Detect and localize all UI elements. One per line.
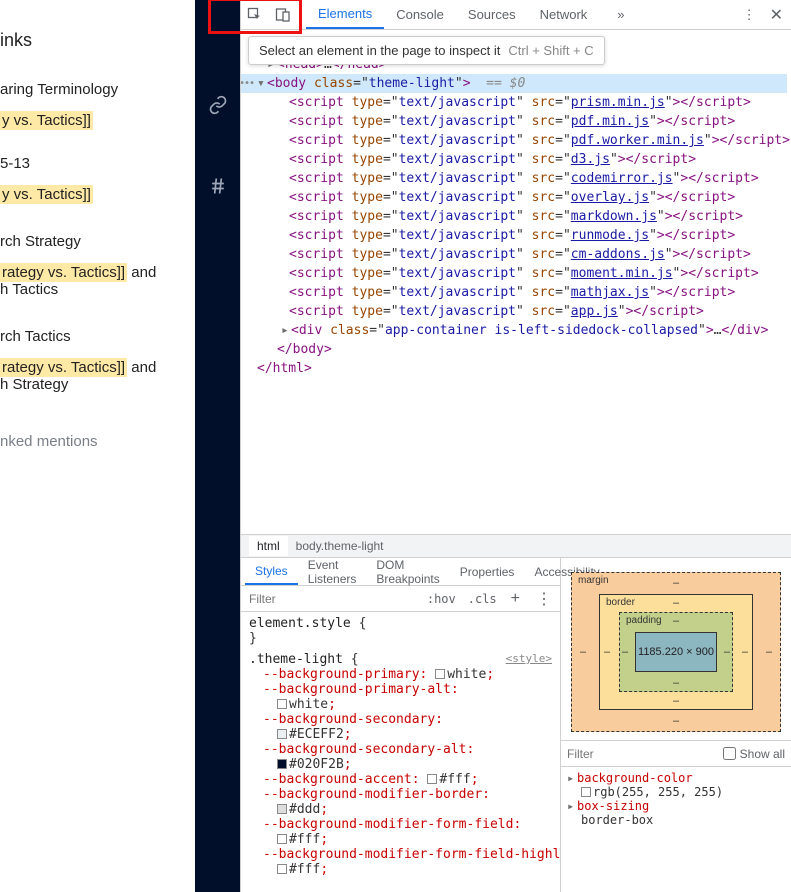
- dom-node[interactable]: </body>: [251, 340, 787, 359]
- dom-node[interactable]: </html>: [251, 359, 787, 378]
- dom-node[interactable]: <script type="text/javascript" src="mome…: [251, 264, 787, 283]
- dom-node[interactable]: ▸<div class="app-container is-left-sided…: [251, 321, 787, 340]
- dom-node[interactable]: <script type="text/javascript" src="d3.j…: [251, 150, 787, 169]
- list-item[interactable]: y vs. Tactics]]: [0, 112, 195, 129]
- subtab-event-listeners[interactable]: Event Listeners: [298, 558, 367, 585]
- dom-node[interactable]: <script type="text/javascript" src="pdf.…: [251, 131, 787, 150]
- computed-list[interactable]: ▸background-colorrgb(255, 255, 255)▸box-…: [561, 767, 791, 831]
- styles-more-icon[interactable]: ⋮: [528, 589, 560, 609]
- dom-tree: <html> ▸<head>…</head> ▾<body class="the…: [241, 30, 791, 382]
- dom-node[interactable]: <script type="text/javascript" src="code…: [251, 169, 787, 188]
- kbd-shortcut: Ctrl + Shift + C: [508, 43, 593, 58]
- crumb[interactable]: html: [249, 536, 288, 556]
- new-rule-button[interactable]: +: [503, 590, 528, 608]
- css-property[interactable]: --background-primary: white;: [263, 667, 552, 682]
- devtools: Elements Console Sources Network » ⋮ ✕ <…: [240, 0, 791, 892]
- dom-node[interactable]: <script type="text/javascript" src="cm-a…: [251, 245, 787, 264]
- tab-elements[interactable]: Elements: [306, 0, 384, 29]
- computed-pane: margin – – – – border – – – – padding –: [561, 558, 791, 892]
- section-collapsed[interactable]: nked mentions: [0, 433, 195, 450]
- device-toolbar-button[interactable]: [269, 0, 297, 30]
- bottom-pane: Styles Event Listeners DOM Breakpoints P…: [241, 558, 791, 892]
- dom-node[interactable]: <script type="text/javascript" src="math…: [251, 283, 787, 302]
- app-ribbon: [195, 0, 240, 892]
- link-icon[interactable]: [208, 95, 228, 118]
- list-item[interactable]: rategy vs. Tactics]] andh Strategy: [0, 359, 195, 393]
- box-model[interactable]: margin – – – – border – – – – padding –: [561, 558, 791, 741]
- breadcrumb: html body.theme-light: [241, 534, 791, 558]
- inspect-element-button[interactable]: [241, 0, 269, 30]
- computed-filter-bar: Show all: [561, 741, 791, 767]
- inspect-tooltip: Select an element in the page to inspect…: [248, 36, 605, 65]
- dom-node[interactable]: <script type="text/javascript" src="over…: [251, 188, 787, 207]
- hash-icon[interactable]: [208, 176, 228, 199]
- tabs-overflow[interactable]: »: [605, 0, 636, 29]
- cls-toggle[interactable]: .cls: [462, 592, 503, 606]
- rule-theme-light[interactable]: .theme-light {<style>: [249, 652, 552, 667]
- kebab-menu-icon[interactable]: ⋮: [743, 7, 756, 23]
- css-property[interactable]: --background-modifier-form-field:#fff;: [263, 817, 552, 847]
- css-property[interactable]: --background-primary-alt:white;: [263, 682, 552, 712]
- dom-node-selected[interactable]: ▾<body class="theme-light"> == $0: [241, 74, 787, 93]
- css-property[interactable]: --background-modifier-form-field-highlig…: [263, 847, 552, 877]
- subheading: rch Tactics: [0, 328, 195, 345]
- tab-network[interactable]: Network: [528, 0, 600, 29]
- css-property[interactable]: --background-modifier-border:#ddd;: [263, 787, 552, 817]
- styles-filter-bar: :hov .cls + ⋮: [241, 586, 560, 612]
- css-property[interactable]: --background-accent: #fff;: [263, 772, 552, 787]
- rule-element-style[interactable]: element.style {: [249, 616, 552, 631]
- css-property[interactable]: --background-secondary:#ECEFF2;: [263, 712, 552, 742]
- computed-property[interactable]: ▸background-colorrgb(255, 255, 255): [567, 771, 785, 799]
- bm-content: 1185.220 × 900: [635, 632, 717, 672]
- tab-console[interactable]: Console: [384, 0, 456, 29]
- subtab-properties[interactable]: Properties: [450, 558, 525, 585]
- styles-body[interactable]: element.style { } .theme-light {<style> …: [241, 612, 560, 892]
- subheading: aring Terminology: [0, 81, 195, 98]
- link-hl: rategy vs. Tactics]]: [0, 263, 127, 282]
- subtab-styles[interactable]: Styles: [245, 558, 298, 585]
- date-divider: 5-13: [0, 155, 195, 172]
- section-heading: inks: [0, 30, 195, 51]
- styles-subtabs: Styles Event Listeners DOM Breakpoints P…: [241, 558, 560, 586]
- hov-toggle[interactable]: :hov: [421, 592, 462, 606]
- backlinks-pane: inks aring Terminology y vs. Tactics]] 5…: [0, 0, 195, 450]
- dom-node[interactable]: <script type="text/javascript" src="pdf.…: [251, 112, 787, 131]
- separator: [301, 5, 302, 25]
- show-all-toggle[interactable]: Show all: [723, 747, 785, 761]
- subheading: rch Strategy: [0, 233, 195, 250]
- computed-filter-input[interactable]: [567, 747, 723, 761]
- app-left-sliver: inks aring Terminology y vs. Tactics]] 5…: [0, 0, 240, 892]
- dom-node[interactable]: <script type="text/javascript" src="mark…: [251, 207, 787, 226]
- styles-filter-input[interactable]: [241, 592, 421, 606]
- list-item[interactable]: y vs. Tactics]]: [0, 186, 195, 203]
- elements-panel[interactable]: <html> ▸<head>…</head> ▾<body class="the…: [241, 30, 791, 534]
- devtools-toolbar: Elements Console Sources Network » ⋮ ✕: [241, 0, 791, 30]
- link-hl: rategy vs. Tactics]]: [0, 358, 127, 377]
- rule-origin[interactable]: <style>: [506, 652, 552, 665]
- dom-node[interactable]: <script type="text/javascript" src="runm…: [251, 226, 787, 245]
- subtab-dom-breakpoints[interactable]: DOM Breakpoints: [366, 558, 449, 585]
- dom-node[interactable]: <script type="text/javascript" src="pris…: [251, 93, 787, 112]
- styles-pane: Styles Event Listeners DOM Breakpoints P…: [241, 558, 561, 892]
- dom-node[interactable]: <script type="text/javascript" src="app.…: [251, 302, 787, 321]
- link-hl: y vs. Tactics]]: [0, 185, 93, 204]
- show-all-checkbox[interactable]: [723, 747, 736, 760]
- tab-sources[interactable]: Sources: [456, 0, 528, 29]
- computed-property[interactable]: ▸box-sizingborder-box: [567, 799, 785, 827]
- css-property[interactable]: --background-secondary-alt:#020F2B;: [263, 742, 552, 772]
- panel-tabs: Elements Console Sources Network »: [306, 0, 637, 29]
- crumb[interactable]: body.theme-light: [288, 536, 392, 556]
- link-hl: y vs. Tactics]]: [0, 111, 93, 130]
- list-item[interactable]: rategy vs. Tactics]] andh Tactics: [0, 264, 195, 298]
- close-icon[interactable]: ✕: [770, 5, 783, 25]
